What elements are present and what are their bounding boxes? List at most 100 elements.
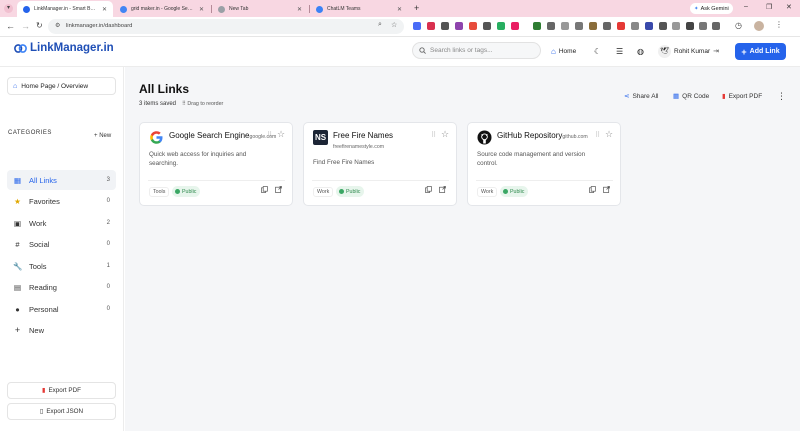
extension-icon[interactable] bbox=[659, 22, 667, 30]
home-button[interactable]: ⌂ Home bbox=[551, 43, 576, 59]
brand-logo[interactable]: LinkManager.in bbox=[14, 42, 114, 54]
extension-icon[interactable] bbox=[455, 22, 463, 30]
profile-avatar-icon[interactable] bbox=[754, 21, 764, 31]
sidebar-export-json-button[interactable]: ▯ Export JSON bbox=[7, 403, 116, 420]
category-new[interactable]: + New bbox=[7, 320, 116, 340]
category-label: New bbox=[29, 325, 45, 335]
favorite-star-icon[interactable]: ☆ bbox=[441, 129, 449, 140]
back-icon[interactable]: ← bbox=[6, 21, 15, 31]
open-link-icon[interactable] bbox=[275, 186, 282, 193]
forward-icon[interactable]: → bbox=[21, 21, 30, 31]
extension-icon[interactable] bbox=[712, 22, 720, 30]
extension-icon[interactable] bbox=[561, 22, 569, 30]
home-icon: ⌂ bbox=[13, 82, 18, 90]
extension-icon[interactable] bbox=[699, 22, 707, 30]
ask-gemini-button[interactable]: ✦ Ask Gemini bbox=[690, 3, 733, 14]
extension-icon[interactable] bbox=[645, 22, 653, 30]
user-profile[interactable]: 🕊 Rohit Kumar ⇥ bbox=[658, 43, 719, 59]
extension-icon[interactable] bbox=[547, 22, 555, 30]
qr-code-icon: ▦ bbox=[673, 93, 680, 100]
home-overview-link[interactable]: ⌂ Home Page / Overview bbox=[7, 77, 116, 95]
category-social[interactable]: # Social 0 bbox=[7, 234, 116, 254]
history-icon[interactable]: ◷ bbox=[735, 21, 742, 30]
logout-icon[interactable]: ⇥ bbox=[713, 47, 719, 55]
extension-icon[interactable] bbox=[427, 22, 435, 30]
more-options-icon[interactable]: ⋮ bbox=[777, 90, 786, 102]
new-tab-plus-icon[interactable]: + bbox=[414, 3, 419, 13]
ns-logo-icon: NS bbox=[313, 130, 328, 145]
extension-icon[interactable] bbox=[413, 22, 421, 30]
extension-icon[interactable] bbox=[686, 22, 694, 30]
extension-icon[interactable] bbox=[589, 22, 597, 30]
close-icon[interactable]: ✕ bbox=[102, 6, 107, 13]
category-count: 0 bbox=[106, 306, 110, 312]
extension-icon[interactable] bbox=[441, 22, 449, 30]
category-personal[interactable]: ● Personal 0 bbox=[7, 299, 116, 319]
link-card-google[interactable]: Google Search Enginegoogle.com ⠿ ☆ Quick… bbox=[139, 122, 293, 206]
close-icon[interactable]: ✕ bbox=[199, 6, 204, 13]
extension-icon[interactable] bbox=[631, 22, 639, 30]
extension-icon[interactable] bbox=[672, 22, 680, 30]
drag-handle-icon[interactable]: ⠿ bbox=[267, 131, 272, 139]
category-favorites[interactable]: ★ Favorites 0 bbox=[7, 191, 116, 211]
reload-icon[interactable]: ↻ bbox=[36, 21, 43, 30]
sidebar-export-pdf-button[interactable]: ▮ Export PDF bbox=[7, 382, 116, 399]
close-icon[interactable]: ✕ bbox=[297, 6, 302, 13]
open-link-icon[interactable] bbox=[603, 186, 610, 193]
copy-link-icon[interactable] bbox=[261, 186, 268, 193]
qr-code-button[interactable]: ▦ QR Code bbox=[673, 90, 709, 102]
dark-mode-toggle[interactable]: ☾ bbox=[594, 43, 601, 59]
category-count: 0 bbox=[106, 284, 110, 290]
favorite-star-icon[interactable]: ☆ bbox=[605, 129, 613, 140]
qr-code-label: QR Code bbox=[682, 92, 710, 100]
extension-icon[interactable] bbox=[603, 22, 611, 30]
menu-dots-icon[interactable]: ⋮ bbox=[775, 20, 783, 29]
category-tools[interactable]: 🔧 Tools 1 bbox=[7, 256, 116, 276]
add-link-button[interactable]: + Add Link bbox=[735, 43, 786, 60]
zoom-icon[interactable]: ⌕ bbox=[378, 21, 382, 29]
drag-handle-icon[interactable]: ⠿ bbox=[595, 131, 600, 139]
link-card-free-fire-names[interactable]: NS Free Fire Names freefirenamestyle.com… bbox=[303, 122, 457, 206]
extension-icon[interactable] bbox=[617, 22, 625, 30]
drag-handle-icon[interactable]: ⠿ bbox=[431, 131, 436, 139]
export-pdf-button[interactable]: ▮ Export PDF bbox=[722, 90, 762, 102]
window-close-icon[interactable]: ✕ bbox=[786, 3, 792, 11]
site-info-icon[interactable]: ⚙ bbox=[55, 22, 60, 29]
extension-icon[interactable] bbox=[483, 22, 491, 30]
new-category-button[interactable]: + New bbox=[94, 133, 111, 139]
extension-icon[interactable] bbox=[469, 22, 477, 30]
settings-sliders-button[interactable]: ☰ bbox=[616, 43, 623, 59]
extension-icon[interactable] bbox=[511, 22, 519, 30]
share-all-button[interactable]: ⋖ Share All bbox=[624, 90, 658, 102]
browser-tab-linkmanager[interactable]: LinkManager.in - Smart Bookm... ✕ bbox=[17, 1, 113, 17]
language-button[interactable]: ◍ bbox=[637, 43, 644, 59]
card-title-text: GitHub Repository bbox=[497, 131, 563, 140]
copy-link-icon[interactable] bbox=[589, 186, 596, 193]
address-bar[interactable]: ⚙ linkmanager.in/dashboard ⌕ ☆ bbox=[48, 19, 404, 34]
card-description: Quick web access for inquiries and searc… bbox=[149, 151, 247, 167]
pdf-icon: ▮ bbox=[41, 387, 46, 394]
category-reading[interactable]: ▤ Reading 0 bbox=[7, 277, 116, 297]
favorite-star-icon[interactable]: ☆ bbox=[277, 129, 285, 140]
card-title[interactable]: GitHub Repositorygithub.com bbox=[497, 131, 588, 140]
copy-link-icon[interactable] bbox=[425, 186, 432, 193]
window-restore-icon[interactable]: ❐ bbox=[766, 3, 772, 11]
browser-tab-chatlm[interactable]: ChatLM Teams ✕ bbox=[310, 1, 408, 17]
window-minimize-icon[interactable]: – bbox=[744, 3, 748, 10]
open-link-icon[interactable] bbox=[439, 186, 446, 193]
search-input[interactable]: Search links or tags... bbox=[412, 42, 541, 59]
bookmark-star-icon[interactable]: ☆ bbox=[391, 21, 397, 29]
close-icon[interactable]: ✕ bbox=[397, 6, 402, 13]
url-text: linkmanager.in/dashboard bbox=[66, 23, 133, 29]
extension-icon[interactable] bbox=[497, 22, 505, 30]
extension-icon[interactable] bbox=[575, 22, 583, 30]
card-title[interactable]: Free Fire Names bbox=[333, 131, 393, 140]
extension-icon[interactable] bbox=[533, 22, 541, 30]
link-card-github[interactable]: GitHub Repositorygithub.com ⠿ ☆ Source c… bbox=[467, 122, 621, 206]
tab-search-icon[interactable]: ▾ bbox=[4, 4, 13, 13]
card-title[interactable]: Google Search Enginegoogle.com bbox=[169, 131, 276, 140]
category-all-links[interactable]: ▦ All Links 3 bbox=[7, 170, 116, 190]
category-work[interactable]: ▣ Work 2 bbox=[7, 213, 116, 233]
browser-tab-new-tab[interactable]: New Tab ✕ bbox=[212, 1, 308, 17]
browser-tab-google-search[interactable]: grid maker.in - Google Search ✕ bbox=[114, 1, 210, 17]
